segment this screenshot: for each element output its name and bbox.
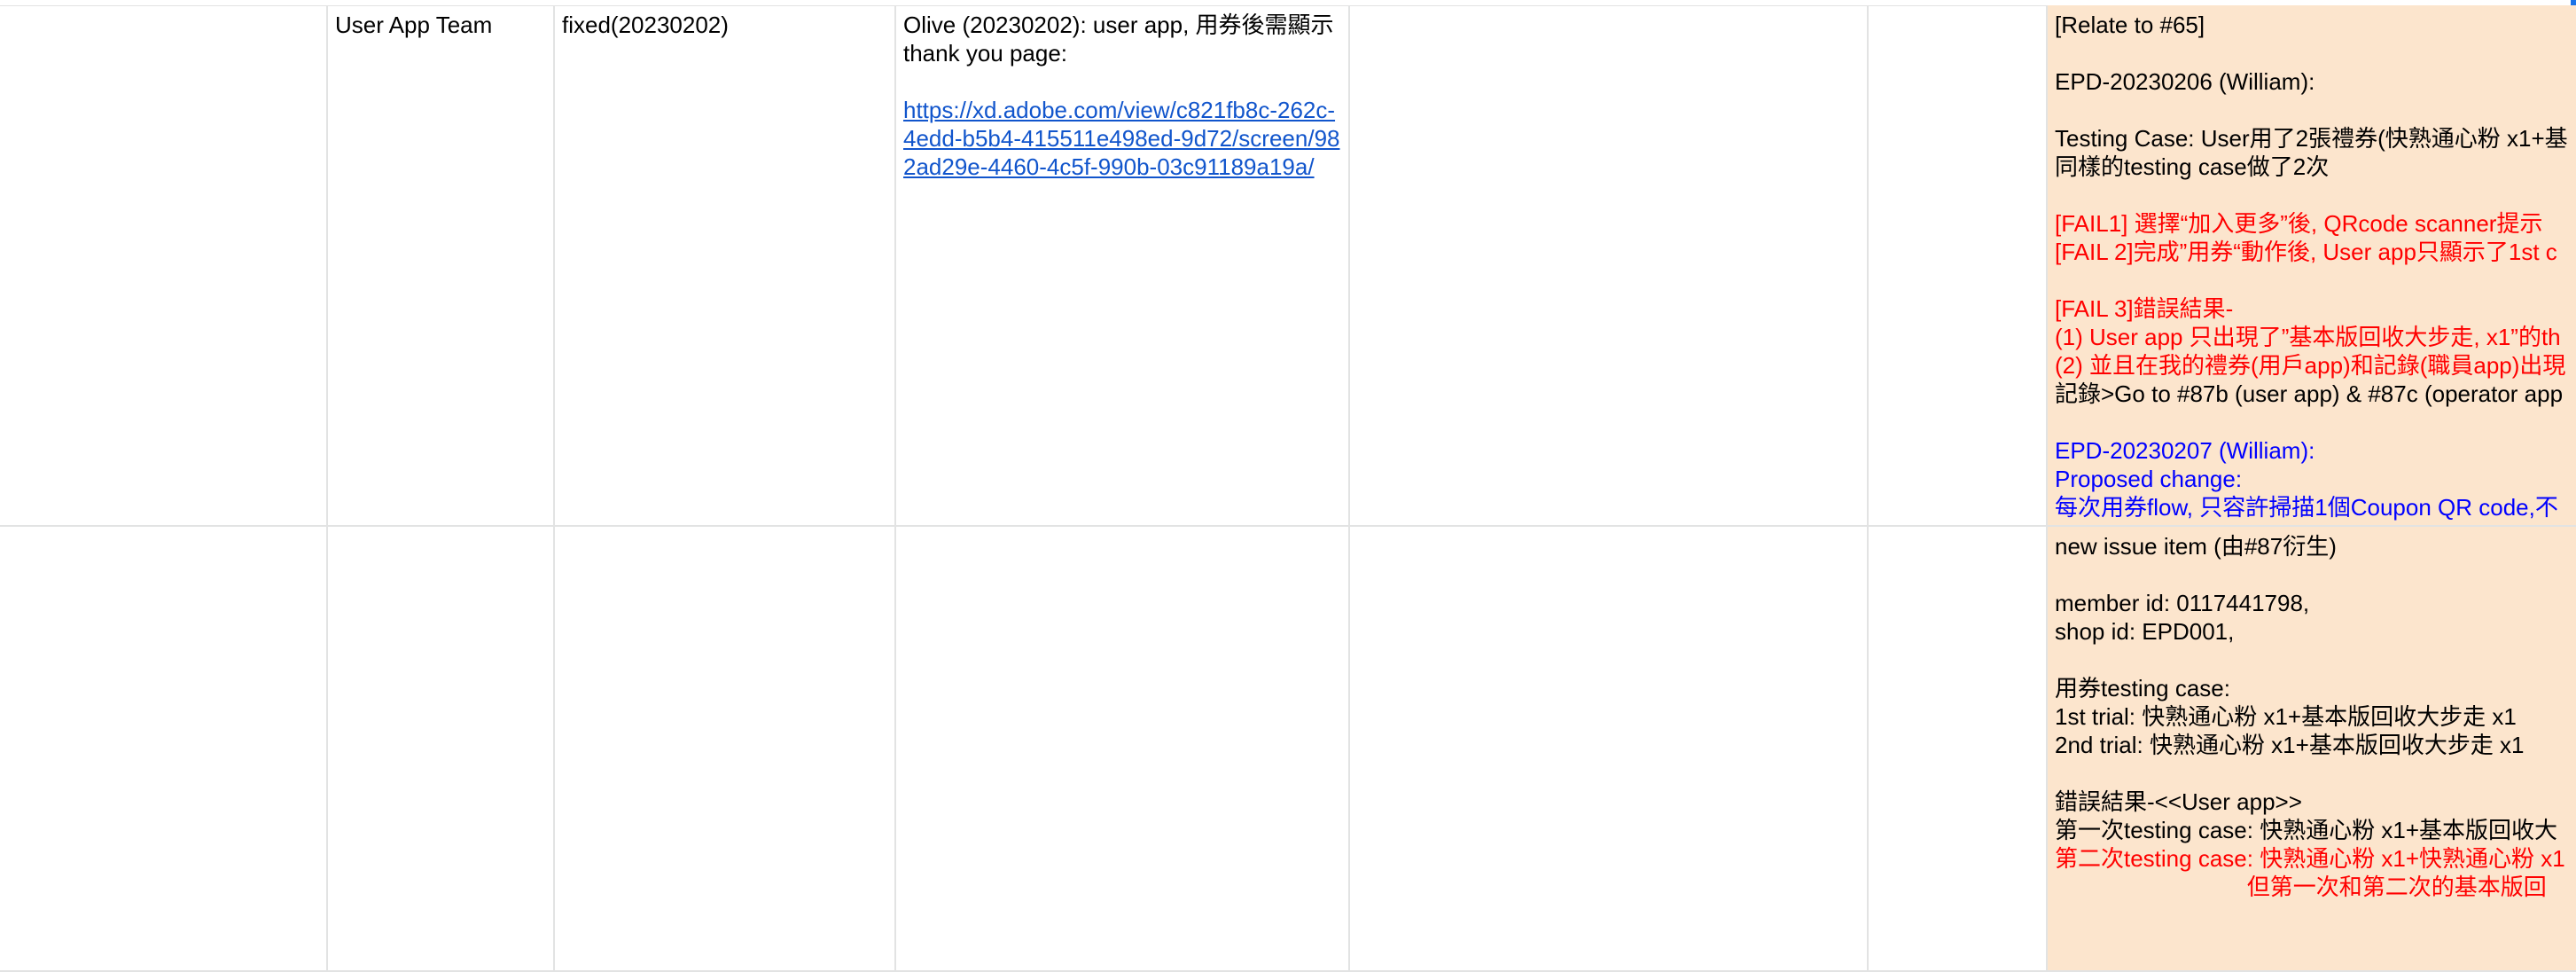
detail-line <box>2055 181 2569 209</box>
detail-line <box>2055 646 2569 674</box>
detail-line: 每次用券flow, 只容許掃描1個Coupon QR code,不 <box>2055 494 2558 521</box>
cell-team[interactable]: User App Team <box>328 5 555 525</box>
detail-line <box>2055 266 2569 294</box>
detail-line: EPD-20230206 (William): <box>2055 68 2315 95</box>
detail-line: [FAIL1] 選擇“加入更多”後, QRcode scanner提示 <box>2055 210 2543 237</box>
detail-line: 1st trial: 快熟通心粉 x1+基本版回收大步走 x1 <box>2055 703 2517 730</box>
cell-detail[interactable]: [Relate to #65] EPD-20230206 (William): Te… <box>2048 5 2576 525</box>
detail-line: (2) 並且在我的禮券(用戶app)和記錄(職員app)出現 <box>2055 352 2566 379</box>
cell-empty[interactable] <box>0 5 328 525</box>
cell-empty[interactable] <box>0 527 328 970</box>
cell-empty[interactable] <box>1350 527 1869 970</box>
table-row: User App Team fixed(20230202) Olive (202… <box>0 5 2576 527</box>
detail-line: 錯誤結果-<<User app>> <box>2055 788 2302 815</box>
detail-line <box>2055 39 2569 67</box>
detail-line: [FAIL 3]錯誤結果- <box>2055 295 2234 322</box>
detail-line: Proposed change: <box>2055 466 2243 492</box>
team-text: User App Team <box>335 12 493 38</box>
detail-line: 2nd trial: 快熟通心粉 x1+基本版回收大步走 x1 <box>2055 732 2525 758</box>
detail-line: [FAIL 2]完成”用券“動作後, User app只顯示了1st c <box>2055 239 2557 265</box>
detail-line: new issue item (由#87衍生) <box>2055 533 2337 560</box>
note-text: Olive (20230202): user app, 用券後需顯示 thank… <box>903 12 1334 67</box>
detail-line <box>2055 759 2569 788</box>
detail-line <box>2055 560 2569 589</box>
cell-empty[interactable] <box>1869 527 2048 970</box>
table-row: new issue item (由#87衍生) member id: 011744… <box>0 527 2576 972</box>
detail-line: shop id: EPD001, <box>2055 618 2235 645</box>
note-spacer <box>903 67 1341 96</box>
detail-line: member id: 0117441798, <box>2055 590 2310 616</box>
detail-line <box>2055 96 2569 124</box>
detail-line: 記錄>Go to #87b (user app) & #87c (operato… <box>2055 380 2564 407</box>
detail-line: [Relate to #65] <box>2055 12 2205 38</box>
cell-detail[interactable]: new issue item (由#87衍生) member id: 011744… <box>2048 527 2576 970</box>
detail-line: 第二次testing case: 快熟通心粉 x1+快熟通心粉 x1 <box>2055 845 2565 872</box>
cell-empty[interactable] <box>1350 5 1869 525</box>
cell-status[interactable]: fixed(20230202) <box>555 5 896 525</box>
detail-line: 第一次testing case: 快熟通心粉 x1+基本版回收大 <box>2055 817 2558 843</box>
detail-line: EPD-20230207 (William): <box>2055 437 2315 464</box>
status-text: fixed(20230202) <box>562 12 729 38</box>
cell-note[interactable]: Olive (20230202): user app, 用券後需顯示 thank… <box>896 5 1350 525</box>
cell-empty[interactable] <box>328 527 555 970</box>
detail-line: 但第一次和第二次的基本版回 <box>2055 874 2547 900</box>
cell-empty[interactable] <box>1869 5 2048 525</box>
xd-link[interactable]: https://xd.adobe.com/view/c821fb8c-262c-… <box>903 96 1341 181</box>
detail-line: (1) User app 只出現了”基本版回收大步走, x1”的th <box>2055 324 2561 350</box>
detail-line <box>2055 408 2569 436</box>
cell-empty[interactable] <box>555 527 896 970</box>
detail-line: 用券testing case: <box>2055 675 2230 702</box>
detail-line: 同樣的testing case做了2次 <box>2055 153 2330 180</box>
spreadsheet-grid: User App Team fixed(20230202) Olive (202… <box>0 0 2576 972</box>
detail-line: Testing Case: User用了2張禮券(快熟通心粉 x1+基 <box>2055 125 2568 152</box>
cell-empty[interactable] <box>896 527 1350 970</box>
